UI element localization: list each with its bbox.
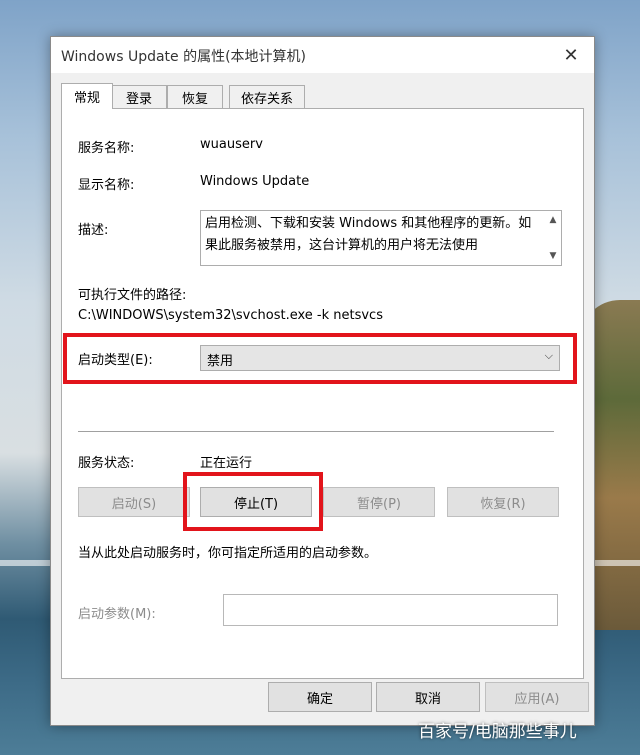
scroll-down-icon[interactable]: ▼ bbox=[547, 250, 559, 262]
close-button[interactable]: ✕ bbox=[548, 37, 594, 73]
service-status-label: 服务状态: bbox=[78, 456, 135, 471]
watermark: 百家号/电脑那些事儿 bbox=[418, 722, 577, 742]
description-box[interactable]: 启用检测、下载和安装 Windows 和其他程序的更新。如果此服务被禁用，这台计… bbox=[200, 210, 562, 266]
highlight-startup-type bbox=[63, 333, 577, 384]
service-status-value: 正在运行 bbox=[200, 456, 253, 471]
divider bbox=[78, 431, 554, 432]
general-panel: 服务名称: wuauserv 显示名称: Windows Update 描述: … bbox=[61, 108, 584, 679]
start-params-input[interactable] bbox=[223, 594, 558, 626]
close-icon: ✕ bbox=[563, 44, 579, 66]
start-hint-text: 当从此处启动服务时，你可指定所适用的启动参数。 bbox=[78, 546, 378, 561]
highlight-stop-button bbox=[183, 472, 323, 531]
service-name-label: 服务名称: bbox=[78, 141, 135, 156]
exe-path-value: C:\WINDOWS\system32\svchost.exe -k netsv… bbox=[78, 308, 383, 323]
display-name-value: Windows Update bbox=[200, 174, 310, 189]
start-button[interactable]: 启动(S) bbox=[78, 487, 190, 517]
tab-logon[interactable]: 登录 bbox=[111, 85, 167, 108]
title-bar[interactable]: Windows Update 的属性(本地计算机) ✕ bbox=[51, 37, 594, 73]
tab-general[interactable]: 常规 bbox=[61, 83, 113, 109]
resume-button[interactable]: 恢复(R) bbox=[447, 487, 559, 517]
tab-dependencies[interactable]: 依存关系 bbox=[229, 85, 305, 108]
scroll-up-icon[interactable]: ▲ bbox=[547, 214, 559, 226]
display-name-label: 显示名称: bbox=[78, 178, 135, 193]
pause-button[interactable]: 暂停(P) bbox=[323, 487, 435, 517]
exe-path-label: 可执行文件的路径: bbox=[78, 288, 187, 303]
window-title: Windows Update 的属性(本地计算机) bbox=[61, 49, 307, 65]
start-params-label: 启动参数(M): bbox=[78, 607, 156, 622]
description-text: 启用检测、下载和安装 Windows 和其他程序的更新。如果此服务被禁用，这台计… bbox=[205, 216, 532, 253]
description-label: 描述: bbox=[78, 223, 109, 238]
service-name-value: wuauserv bbox=[200, 137, 263, 152]
tab-recovery[interactable]: 恢复 bbox=[167, 85, 223, 108]
cancel-button[interactable]: 取消 bbox=[376, 682, 480, 712]
apply-button[interactable]: 应用(A) bbox=[485, 682, 589, 712]
ok-button[interactable]: 确定 bbox=[268, 682, 372, 712]
